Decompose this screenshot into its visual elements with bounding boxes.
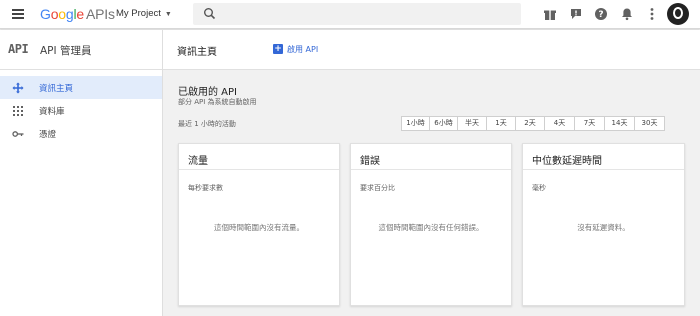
range-7d[interactable]: 7天: [575, 117, 605, 130]
range-2d[interactable]: 2天: [516, 117, 545, 130]
svg-text:?: ?: [598, 10, 603, 20]
project-name: My Project: [116, 8, 161, 19]
card-divider: [523, 169, 684, 170]
page-header: 資訊主頁 + 啟用 API: [163, 30, 700, 70]
sidebar-item-library[interactable]: 資料庫: [0, 99, 162, 122]
card-title: 錯誤: [360, 156, 380, 167]
add-icon: +: [273, 44, 283, 54]
avatar[interactable]: [667, 3, 689, 25]
activity-label: 最近 1 小時的活動: [178, 120, 236, 128]
card-unit: 要求百分比: [360, 184, 395, 192]
range-4d[interactable]: 4天: [545, 117, 575, 130]
range-half-day[interactable]: 半天: [458, 117, 487, 130]
sidebar-item-dashboard[interactable]: 資訊主頁: [0, 76, 162, 99]
enable-api-label: 啟用 API: [287, 45, 319, 54]
library-icon: [13, 106, 23, 116]
gift-icon[interactable]: [543, 7, 557, 21]
menu-icon[interactable]: [12, 9, 24, 19]
card-unit: 每秒要求數: [188, 184, 223, 192]
section-subtitle: 部分 API 為系統自動啟用: [178, 98, 257, 106]
time-range-selector: 1小時 6小時 半天 1天 2天 4天 7天 14天 30天: [401, 116, 665, 131]
card-title: 流量: [188, 156, 208, 167]
top-app-bar: Google APIs My Project ▼ ?: [0, 0, 700, 29]
card-title: 中位數延遲時間: [532, 156, 602, 167]
card-empty-message: 這個時間範圍內沒有任何錯誤。: [378, 223, 484, 232]
range-1d[interactable]: 1天: [487, 117, 516, 130]
errors-card: 錯誤 要求百分比 這個時間範圍內沒有任何錯誤。: [350, 143, 512, 306]
api-logo: API: [8, 42, 29, 56]
card-empty-message: 這個時間範圍內沒有流量。: [214, 223, 304, 232]
range-14d[interactable]: 14天: [605, 117, 635, 130]
card-unit: 毫秒: [532, 184, 546, 192]
project-selector[interactable]: My Project ▼: [116, 8, 172, 19]
google-apis-logo[interactable]: Google APIs: [40, 6, 115, 22]
range-6h[interactable]: 6小時: [430, 117, 458, 130]
search-input[interactable]: [193, 3, 521, 25]
help-icon[interactable]: ?: [594, 7, 608, 21]
sidebar-item-label: 憑證: [39, 130, 57, 140]
section-title: 已啟用的 API: [178, 87, 237, 98]
search-icon: [204, 8, 216, 20]
more-vert-icon[interactable]: [645, 7, 659, 21]
sidebar-title: API 管理員: [40, 45, 92, 57]
latency-card: 中位數延遲時間 毫秒 沒有延遲資料。: [522, 143, 685, 306]
range-30d[interactable]: 30天: [635, 117, 664, 130]
dashboard-icon: [12, 82, 24, 94]
card-empty-message: 沒有延遲資料。: [577, 223, 630, 232]
card-divider: [179, 169, 339, 170]
sidebar-item-label: 資料庫: [39, 107, 65, 117]
caret-down-icon: ▼: [164, 11, 172, 18]
sidebar-header: API API 管理員: [0, 30, 162, 70]
bell-icon[interactable]: [620, 7, 634, 21]
range-1h[interactable]: 1小時: [402, 117, 430, 130]
page-title: 資訊主頁: [177, 47, 217, 58]
card-divider: [351, 169, 511, 170]
alert-icon[interactable]: [569, 7, 583, 21]
sidebar: API API 管理員 資訊主頁 資料庫 憑證: [0, 30, 163, 316]
sidebar-item-label: 資訊主頁: [39, 84, 74, 94]
traffic-card: 流量 每秒要求數 這個時間範圍內沒有流量。: [178, 143, 340, 306]
sidebar-item-credentials[interactable]: 憑證: [0, 122, 162, 145]
key-icon: [12, 131, 24, 137]
